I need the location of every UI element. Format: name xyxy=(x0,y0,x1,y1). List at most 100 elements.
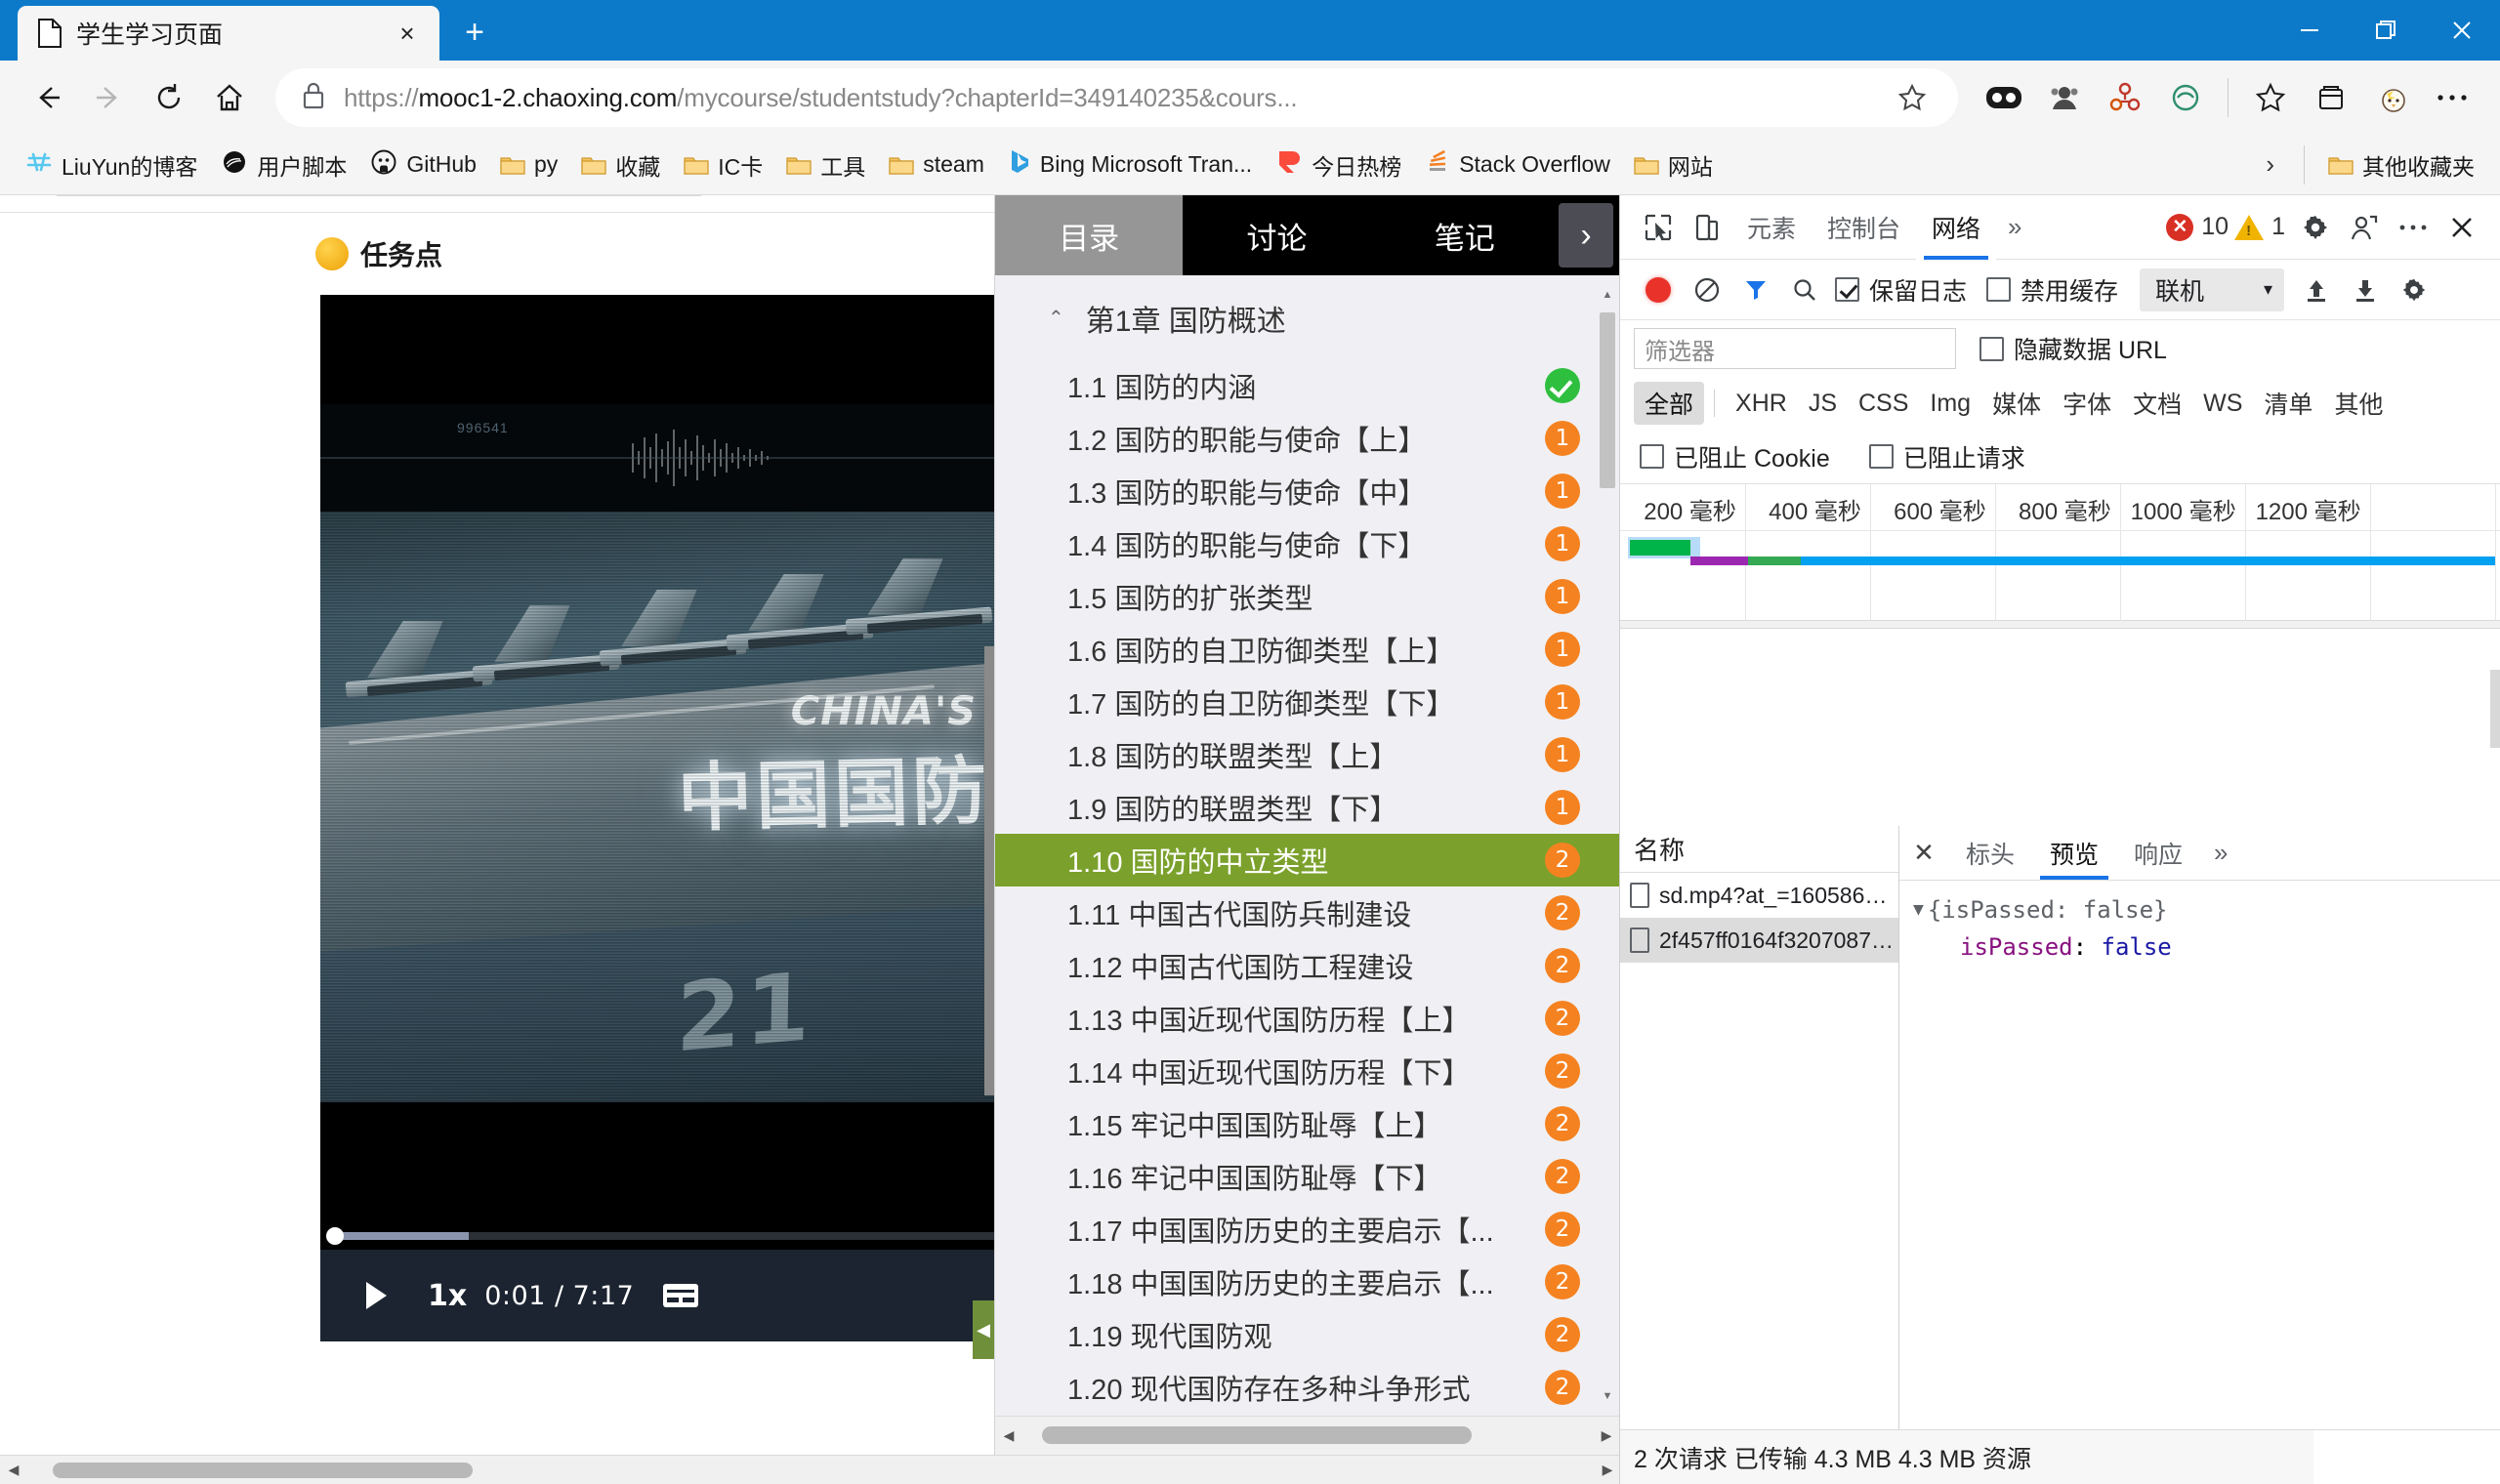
bookmark-item[interactable]: Bing Microsoft Tran... xyxy=(996,143,1264,187)
close-icon[interactable] xyxy=(2438,203,2486,252)
bookmark-folder[interactable]: 收藏 xyxy=(569,143,672,187)
hscroll-track[interactable] xyxy=(1022,1417,1593,1455)
bookmark-item[interactable]: Stack Overflow xyxy=(1413,143,1622,187)
play-button[interactable] xyxy=(346,1265,406,1326)
upload-icon[interactable] xyxy=(2292,266,2341,314)
tab-response[interactable]: 响应 xyxy=(2116,826,2200,880)
more-vertical-icon[interactable] xyxy=(2389,203,2438,252)
scroll-up-icon[interactable]: ▲ xyxy=(1600,287,1615,303)
list-item[interactable]: 1.12 中国古代国防工程建设 2 xyxy=(995,939,1619,992)
filter-type-js[interactable]: JS xyxy=(1798,386,1848,422)
video-progress-knob[interactable] xyxy=(326,1227,344,1245)
bookmark-folder[interactable]: IC卡 xyxy=(672,143,774,187)
shield-icon[interactable] xyxy=(2155,67,2216,128)
detail-close-icon[interactable]: ✕ xyxy=(1899,826,1948,880)
list-item[interactable]: 1.2 国防的职能与使命【上】 1 xyxy=(995,412,1619,465)
tab-notes[interactable]: 笔记 xyxy=(1371,195,1559,275)
panel-collapse-handle[interactable]: ◀ xyxy=(973,1300,994,1359)
panel-next-arrow[interactable]: › xyxy=(1558,203,1613,268)
tab-catalog[interactable]: 目录 xyxy=(995,195,1184,275)
hide-data-urls-checkbox[interactable]: 隐藏数据 URL xyxy=(1974,331,2181,366)
bookmark-folder[interactable]: steam xyxy=(877,145,996,184)
tab-console[interactable]: 控制台 xyxy=(1812,195,1916,260)
list-item[interactable]: 1.5 国防的扩张类型 1 xyxy=(995,570,1619,623)
collections2-icon[interactable] xyxy=(2301,67,2361,128)
tab-discussion[interactable]: 讨论 xyxy=(1183,195,1370,275)
extensions-icon[interactable] xyxy=(2095,67,2155,128)
tab-close-icon[interactable]: × xyxy=(389,15,426,52)
list-item[interactable]: 1.7 国防的自卫防御类型【下】 1 xyxy=(995,676,1619,728)
browser-tab[interactable]: 学生学习页面 × xyxy=(18,6,439,61)
scroll-thumb[interactable] xyxy=(1600,312,1615,488)
filter-icon[interactable] xyxy=(1731,266,1780,314)
detail-more-tabs-icon[interactable]: » xyxy=(2200,826,2241,880)
record-icon[interactable] xyxy=(1634,266,1683,314)
course-horizontal-scrollbar[interactable]: ◀ ▶ xyxy=(995,1416,1620,1455)
bookmark-item[interactable]: 今日热榜 xyxy=(1264,143,1413,187)
list-item-active[interactable]: 1.10 国防的中立类型 2 xyxy=(995,834,1619,886)
filter-type-css[interactable]: CSS xyxy=(1848,386,1919,422)
video-player[interactable]: 996541 1x 0:01 / 7:17 xyxy=(320,295,1004,1341)
hscroll-right-icon[interactable]: ▶ xyxy=(1594,1456,1621,1484)
filter-type-all[interactable]: 全部 xyxy=(1634,382,1705,425)
forward-icon[interactable] xyxy=(78,67,139,128)
filter-type-ws[interactable]: WS xyxy=(2192,386,2253,422)
tab-headers[interactable]: 标头 xyxy=(1948,826,2032,880)
list-item[interactable]: 1.8 国防的联盟类型【上】 1 xyxy=(995,728,1619,781)
new-tab-button[interactable]: + xyxy=(449,8,500,57)
bookmark-folder[interactable]: 工具 xyxy=(774,143,877,187)
hscroll-left-icon[interactable]: ◀ xyxy=(995,1427,1022,1444)
table-row[interactable]: sd.mp4?at_=1605864301047&... xyxy=(1620,873,1898,918)
video-progress-track[interactable] xyxy=(326,1227,996,1245)
inspect-icon[interactable] xyxy=(1634,203,1683,252)
warning-count[interactable]: 1 xyxy=(2234,213,2291,241)
bookmark-folder[interactable]: py xyxy=(488,145,569,184)
search-icon[interactable] xyxy=(1780,266,1829,314)
filter-input[interactable]: 筛选器 xyxy=(1634,328,1956,369)
page-horizontal-scrollbar[interactable]: ◀ ▶ xyxy=(0,1455,1621,1484)
list-item[interactable]: 1.13 中国近现代国防历程【上】 2 xyxy=(995,992,1619,1045)
tab-network[interactable]: 网络 xyxy=(1916,194,1997,260)
close-icon[interactable] xyxy=(2424,0,2500,61)
playback-rate-button[interactable]: 1x xyxy=(406,1279,484,1313)
list-item[interactable]: 1.3 国防的职能与使命【中】 1 xyxy=(995,465,1619,517)
more-icon[interactable] xyxy=(2422,67,2482,128)
home-icon[interactable] xyxy=(199,67,260,128)
hscroll-thumb[interactable] xyxy=(1042,1426,1472,1444)
list-item[interactable]: 1.1 国防的内涵 xyxy=(995,359,1619,412)
list-item[interactable]: 1.15 牢记中国国防耻辱【上】 2 xyxy=(995,1097,1619,1150)
table-row[interactable]: 2f457ff0164f3207087e8803c58... xyxy=(1620,918,1898,963)
list-item[interactable]: 1.17 中国国防历史的主要启示【... 2 xyxy=(995,1203,1619,1256)
course-vertical-scrollbar[interactable]: ▲ ▼ xyxy=(1600,287,1615,1404)
hscroll-left-icon[interactable]: ◀ xyxy=(0,1456,27,1484)
bookmark-item[interactable]: LiuYun的博客 xyxy=(14,143,209,187)
disable-cache-checkbox[interactable]: 禁用缓存 xyxy=(1980,272,2132,308)
list-item[interactable]: 1.9 国防的联盟类型【下】 1 xyxy=(995,781,1619,834)
filter-type-font[interactable]: 字体 xyxy=(2052,382,2122,425)
hscroll-track[interactable] xyxy=(27,1455,1594,1484)
devtools-more-tabs-icon[interactable]: » xyxy=(1996,212,2033,242)
preserve-log-checkbox[interactable]: 保留日志 xyxy=(1829,272,1980,308)
captions-icon[interactable] xyxy=(659,1279,702,1312)
favorites-icon[interactable] xyxy=(2240,67,2301,128)
account-icon[interactable] xyxy=(2340,203,2389,252)
gear-icon[interactable] xyxy=(2291,203,2340,252)
copilot-icon[interactable] xyxy=(2361,67,2422,128)
list-item[interactable]: 1.18 中国国防历史的主要启示【... 2 xyxy=(995,1256,1619,1308)
filter-type-doc[interactable]: 文档 xyxy=(2122,382,2192,425)
tab-preview[interactable]: 预览 xyxy=(2032,826,2116,880)
error-count[interactable]: ✕ 10 xyxy=(2166,213,2234,241)
devtools-right-scrollbar[interactable] xyxy=(2490,670,2500,748)
maximize-icon[interactable] xyxy=(2348,0,2424,61)
filter-type-img[interactable]: Img xyxy=(1919,386,1981,422)
inner-vertical-scrollbar[interactable] xyxy=(984,646,994,1095)
filter-type-media[interactable]: 媒体 xyxy=(1981,382,2052,425)
filter-type-manifest[interactable]: 清单 xyxy=(2253,382,2323,425)
tab-elements[interactable]: 元素 xyxy=(1731,195,1812,260)
list-item[interactable]: 1.11 中国古代国防兵制建设 2 xyxy=(995,886,1619,939)
list-item[interactable]: 1.20 现代国防存在多种斗争形式 2 xyxy=(995,1361,1619,1414)
filter-type-other[interactable]: 其他 xyxy=(2323,382,2394,425)
chevron-up-icon[interactable]: ⌃ xyxy=(1048,309,1064,328)
list-item[interactable]: 1.4 国防的职能与使命【下】 1 xyxy=(995,517,1619,570)
chevron-right-icon[interactable]: › xyxy=(2248,144,2292,186)
